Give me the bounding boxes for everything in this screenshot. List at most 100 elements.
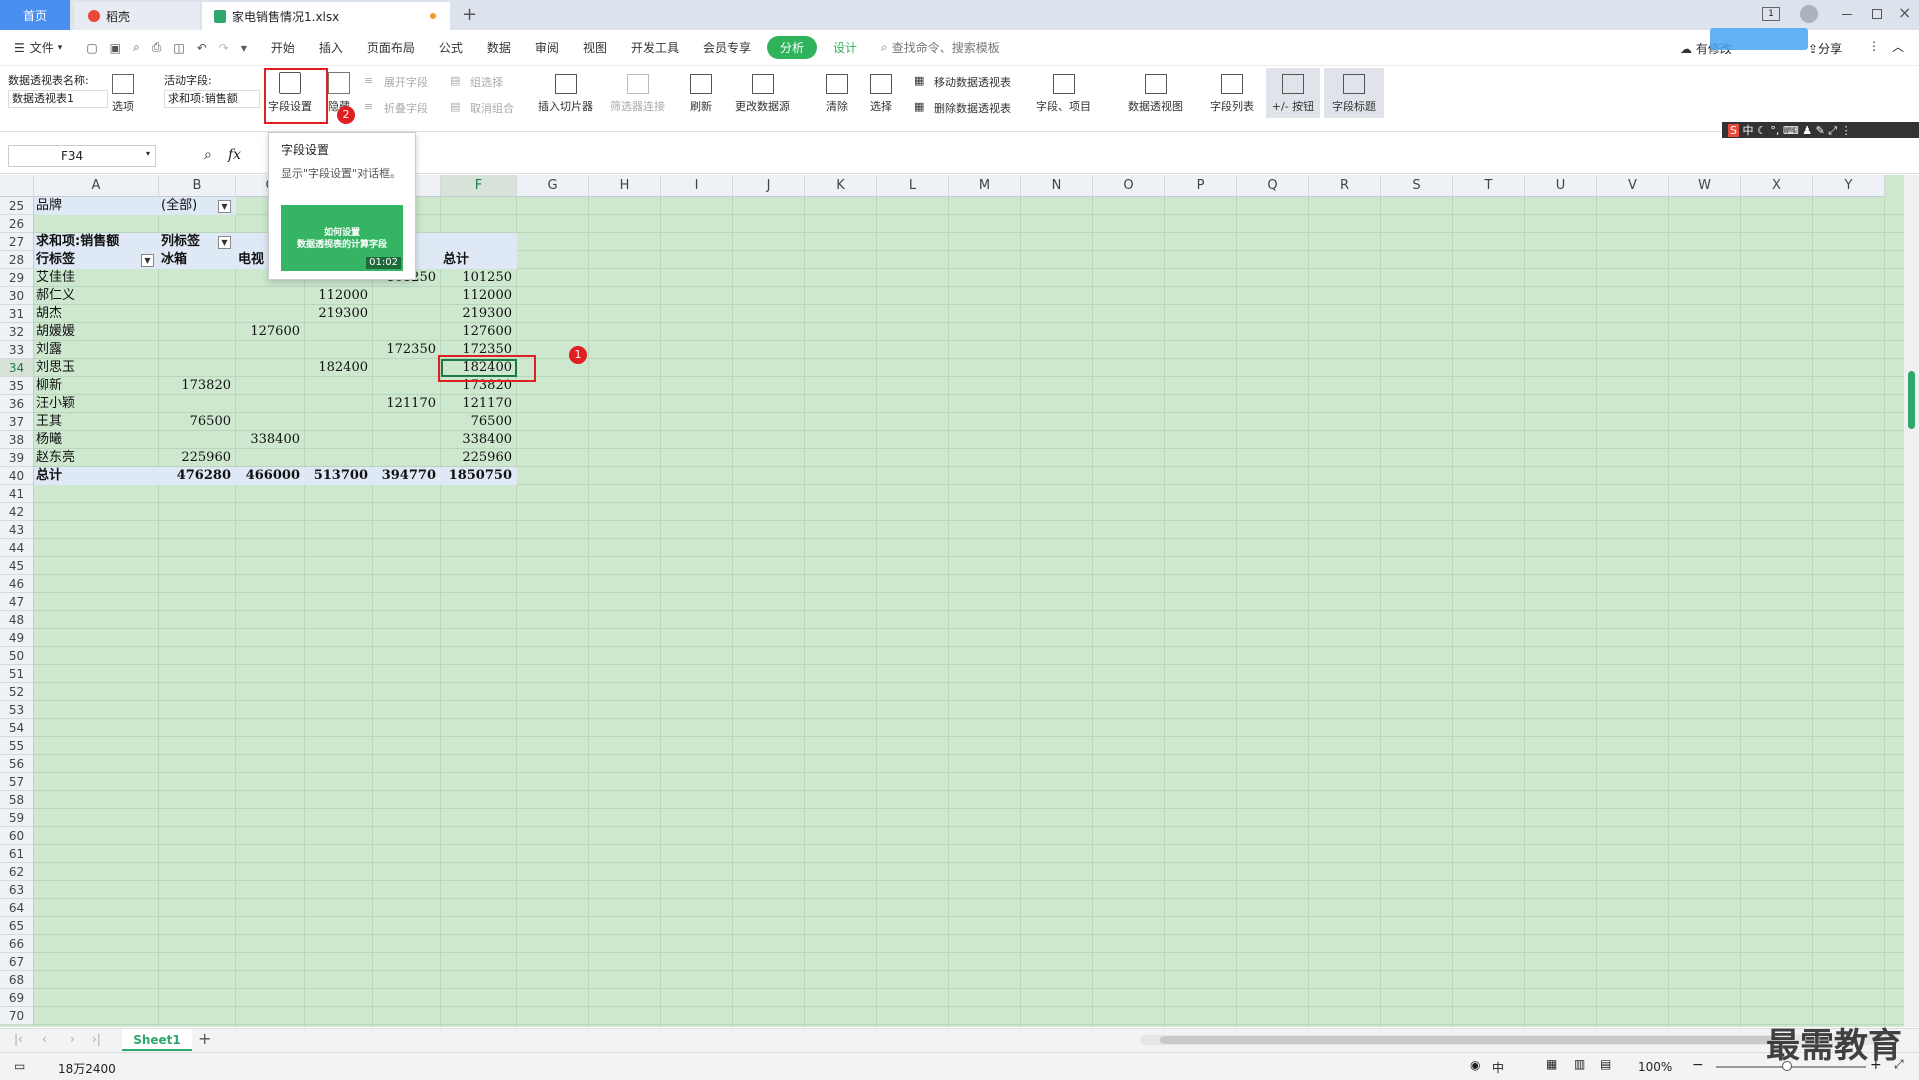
vertical-scroll-thumb[interactable] xyxy=(1908,371,1915,429)
select-all-corner[interactable] xyxy=(0,175,34,197)
fx-button[interactable]: fx xyxy=(228,147,241,163)
sheet-nav-prev-icon[interactable]: ‹ xyxy=(42,1032,47,1046)
grand-total-label[interactable]: 总计 xyxy=(36,467,157,485)
field-headers-button[interactable]: 字段标题 xyxy=(1324,68,1384,118)
column-header[interactable]: B xyxy=(159,175,236,197)
value-cell[interactable]: 76500 xyxy=(443,413,515,431)
menu-tab-member[interactable]: 会员专享 xyxy=(691,39,763,56)
value-cell[interactable]: 121170 xyxy=(443,395,515,413)
redo-icon[interactable]: ↷ xyxy=(219,41,229,55)
row-header[interactable]: 65 xyxy=(0,917,34,935)
plus-minus-button[interactable]: +/- 按钮 xyxy=(1266,68,1320,118)
row-header[interactable]: 39 xyxy=(0,449,34,467)
column-header[interactable]: R xyxy=(1309,175,1381,197)
menu-tab-start[interactable]: 开始 xyxy=(259,39,307,56)
value-cell[interactable]: 219300 xyxy=(307,305,371,323)
clear-button[interactable]: 清除 xyxy=(826,74,848,114)
pivot-value-label[interactable]: 求和项:销售额 xyxy=(36,233,157,251)
collapse-ribbon-icon[interactable]: ︿ xyxy=(1892,38,1904,55)
row-header[interactable]: 32 xyxy=(0,323,34,341)
normal-view-icon[interactable]: ▦ xyxy=(1546,1057,1557,1071)
row-label-cell[interactable]: 汪小颖 xyxy=(36,395,157,413)
avatar[interactable] xyxy=(1800,5,1818,23)
grand-total-cell[interactable]: 1850750 xyxy=(443,467,515,485)
column-header[interactable]: G xyxy=(517,175,589,197)
value-cell[interactable]: 338400 xyxy=(443,431,515,449)
column-header[interactable]: J xyxy=(733,175,805,197)
sheet-tab-sheet1[interactable]: Sheet1 xyxy=(122,1029,192,1051)
row-filter-dropdown-icon[interactable]: ▼ xyxy=(141,254,154,267)
row-header[interactable]: 56 xyxy=(0,755,34,773)
row-header[interactable]: 67 xyxy=(0,953,34,971)
delete-pivot-button[interactable]: ▦ 删除数据透视表 xyxy=(914,100,1011,116)
minimize-icon[interactable] xyxy=(1842,14,1852,15)
spreadsheet-grid[interactable]: ABCDEFGHIJKLMNOPQRSTUVWXY252627282930313… xyxy=(0,175,1904,1027)
group-selection-button[interactable]: ▤ 组选择 xyxy=(450,74,503,90)
macro-icon[interactable]: ▭ xyxy=(14,1059,25,1073)
row-header[interactable]: 53 xyxy=(0,701,34,719)
value-cell[interactable]: 225960 xyxy=(443,449,515,467)
expand-field-button[interactable]: ≡ 展开字段 xyxy=(364,74,428,90)
undo-icon[interactable]: ↶ xyxy=(197,41,207,55)
row-header[interactable]: 42 xyxy=(0,503,34,521)
column-filter-dropdown-icon[interactable]: ▼ xyxy=(218,236,231,249)
zoom-out-button[interactable]: − xyxy=(1692,1057,1704,1073)
sheet-nav-last-icon[interactable]: ›| xyxy=(92,1032,101,1046)
value-cell[interactable]: 127600 xyxy=(443,323,515,341)
tab-daoke[interactable]: 稻壳 xyxy=(74,2,200,30)
customize-icon[interactable]: ▾ xyxy=(241,41,247,55)
column-header[interactable]: V xyxy=(1597,175,1669,197)
collapse-field-button[interactable]: ≡ 折叠字段 xyxy=(364,100,428,116)
column-header[interactable]: M xyxy=(949,175,1021,197)
row-header[interactable]: 26 xyxy=(0,215,34,233)
tab-file[interactable]: 家电销售情况1.xlsx xyxy=(202,2,450,30)
row-header[interactable]: 70 xyxy=(0,1007,34,1025)
row-header[interactable]: 37 xyxy=(0,413,34,431)
column-header[interactable]: N xyxy=(1021,175,1093,197)
page-layout-view-icon[interactable]: ▥ xyxy=(1574,1057,1585,1071)
column-header[interactable]: I xyxy=(661,175,733,197)
column-header[interactable]: P xyxy=(1165,175,1237,197)
row-header[interactable]: 31 xyxy=(0,305,34,323)
column-header[interactable]: F xyxy=(441,175,517,197)
column-header[interactable]: U xyxy=(1525,175,1597,197)
page-break-view-icon[interactable]: ▤ xyxy=(1600,1057,1611,1071)
row-header[interactable]: 52 xyxy=(0,683,34,701)
row-label-cell[interactable]: 杨曦 xyxy=(36,431,157,449)
pivot-row-label[interactable]: 行标签 xyxy=(36,251,157,269)
row-header[interactable]: 38 xyxy=(0,431,34,449)
row-header[interactable]: 68 xyxy=(0,971,34,989)
horizontal-scroll-thumb[interactable] xyxy=(1160,1036,1780,1044)
column-header[interactable]: L xyxy=(877,175,949,197)
pivot-filter-label[interactable]: 品牌 xyxy=(36,197,157,215)
value-cell[interactable]: 121170 xyxy=(375,395,439,413)
format-painter-icon[interactable]: ⌕ xyxy=(133,40,140,55)
row-header[interactable]: 45 xyxy=(0,557,34,575)
insert-slicer-button[interactable]: 插入切片器 xyxy=(538,74,593,114)
column-header[interactable]: H xyxy=(589,175,661,197)
sheet-nav-first-icon[interactable]: |‹ xyxy=(14,1032,23,1046)
value-cell[interactable]: 225960 xyxy=(161,449,234,467)
row-label-cell[interactable]: 胡媛媛 xyxy=(36,323,157,341)
menu-tab-analyze[interactable]: 分析 xyxy=(766,36,817,59)
menu-tab-review[interactable]: 审阅 xyxy=(523,39,571,56)
window-badge-button[interactable]: 1 xyxy=(1762,7,1780,21)
ime-status[interactable]: 中 xyxy=(1492,1059,1504,1076)
value-cell[interactable]: 172350 xyxy=(375,341,439,359)
row-header[interactable]: 25 xyxy=(0,197,34,215)
add-sheet-button[interactable]: + xyxy=(198,1029,211,1048)
row-header[interactable]: 51 xyxy=(0,665,34,683)
tooltip-video-thumbnail[interactable]: 如何设置 数据透视表的计算字段 01:02 xyxy=(281,205,403,271)
new-doc-icon[interactable]: ▢ xyxy=(86,41,97,55)
row-header[interactable]: 41 xyxy=(0,485,34,503)
column-header[interactable]: A xyxy=(34,175,159,197)
name-box-dropdown-icon[interactable]: ▾ xyxy=(146,149,150,158)
change-source-button[interactable]: 更改数据源 xyxy=(735,74,790,114)
pivot-chart-button[interactable]: 数据透视图 xyxy=(1128,74,1183,114)
column-header[interactable]: O xyxy=(1093,175,1165,197)
command-search[interactable]: ⌕ 查找命令、搜索模板 xyxy=(869,39,1012,56)
row-header[interactable]: 27 xyxy=(0,233,34,251)
row-header[interactable]: 69 xyxy=(0,989,34,1007)
value-cell[interactable]: 101250 xyxy=(443,269,515,287)
row-header[interactable]: 36 xyxy=(0,395,34,413)
